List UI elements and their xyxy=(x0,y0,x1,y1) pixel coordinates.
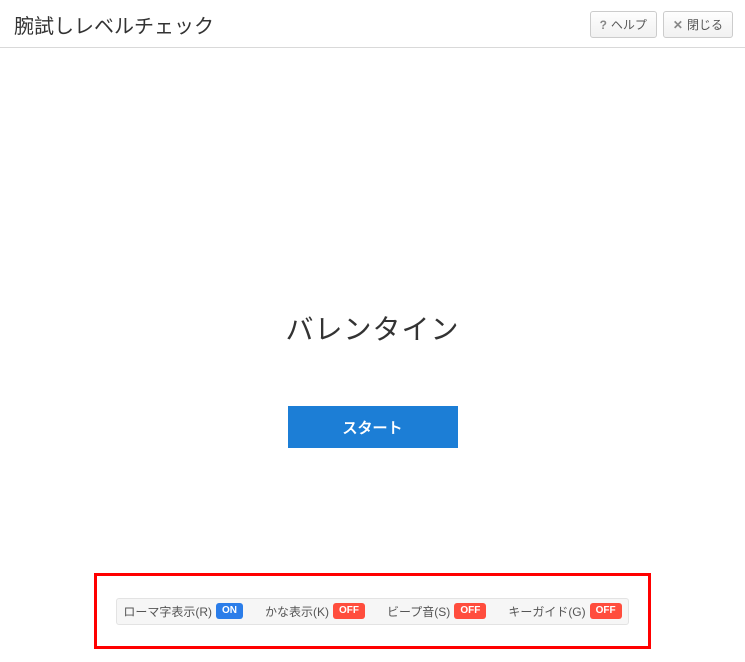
option-state-badge: OFF xyxy=(590,603,622,619)
option-beep[interactable]: ビープ音(S) OFF xyxy=(387,603,486,620)
option-kana[interactable]: かな表示(K) OFF xyxy=(265,603,365,620)
close-icon: ✕ xyxy=(673,18,683,32)
start-label: スタート xyxy=(342,417,402,438)
start-button[interactable]: スタート xyxy=(288,406,458,448)
option-label: ビープ音(S) xyxy=(387,603,450,620)
header: 腕試しレベルチェック ? ヘルプ ✕ 閉じる xyxy=(0,0,745,48)
help-label: ヘルプ xyxy=(611,16,647,33)
help-icon: ? xyxy=(600,18,607,32)
option-state-badge: ON xyxy=(216,603,243,619)
option-state-badge: OFF xyxy=(333,603,365,619)
page-title: 腕試しレベルチェック xyxy=(14,10,214,39)
option-label: ローマ字表示(R) xyxy=(123,603,212,620)
option-label: キーガイド(G) xyxy=(508,603,585,620)
help-button[interactable]: ? ヘルプ xyxy=(590,11,657,38)
option-keyguide[interactable]: キーガイド(G) OFF xyxy=(508,603,621,620)
options-bar: ローマ字表示(R) ON かな表示(K) OFF ビープ音(S) OFF キーガ… xyxy=(116,598,628,625)
options-highlight: ローマ字表示(R) ON かな表示(K) OFF ビープ音(S) OFF キーガ… xyxy=(94,573,651,649)
main-area: バレンタイン スタート ローマ字表示(R) ON かな表示(K) OFF ビープ… xyxy=(0,48,745,662)
prompt-word: バレンタイン xyxy=(0,308,745,348)
close-button[interactable]: ✕ 閉じる xyxy=(663,11,733,38)
header-buttons: ? ヘルプ ✕ 閉じる xyxy=(590,11,733,38)
option-romaji[interactable]: ローマ字表示(R) ON xyxy=(123,603,243,620)
option-label: かな表示(K) xyxy=(265,603,329,620)
close-label: 閉じる xyxy=(687,16,723,33)
option-state-badge: OFF xyxy=(454,603,486,619)
